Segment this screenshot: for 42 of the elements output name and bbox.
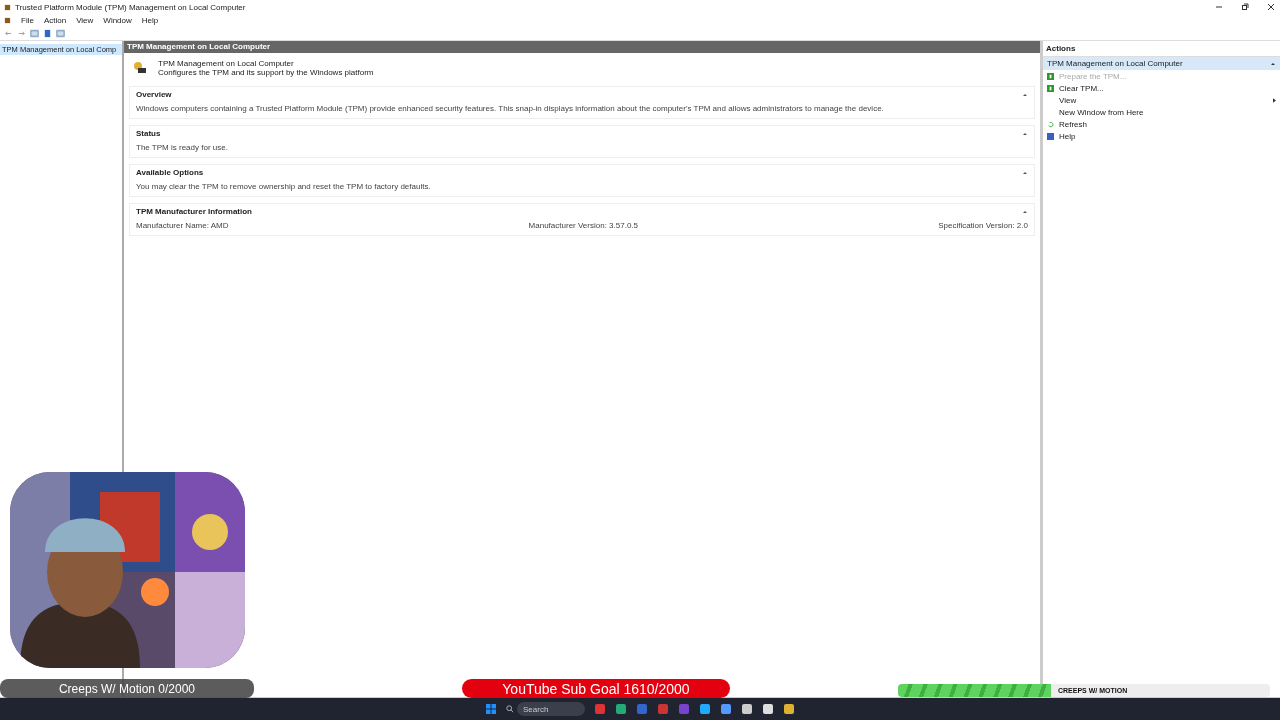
start-icon[interactable] bbox=[485, 703, 497, 715]
section-text: The TPM is ready for use. bbox=[136, 143, 229, 152]
section-title: Status bbox=[136, 129, 161, 138]
help-icon bbox=[1047, 132, 1054, 140]
task-link[interactable]: New Window from Here bbox=[1059, 107, 1276, 117]
task-link[interactable]: Clear TPM... bbox=[1059, 83, 1276, 93]
info-field: Manufacturer Name: AMD bbox=[136, 221, 229, 230]
search-field[interactable]: Search bbox=[517, 702, 585, 716]
menu-item[interactable]: File bbox=[21, 15, 34, 25]
collapse-icon[interactable] bbox=[1022, 92, 1028, 97]
close-icon[interactable] bbox=[1266, 2, 1276, 12]
section-text: You may clear the TPM to remove ownership and reset the TPM to factory defaults. bbox=[136, 182, 432, 191]
refresh-icon bbox=[1047, 120, 1054, 128]
restore-icon[interactable] bbox=[1240, 2, 1250, 12]
submenu-arrow-icon bbox=[1273, 97, 1276, 103]
key-icon bbox=[132, 60, 148, 76]
info-field: Manufacturer Version: 3.57.0.5 bbox=[528, 221, 638, 230]
help-icon[interactable] bbox=[43, 28, 52, 38]
action-group-header[interactable]: TPM Management on Local Computer bbox=[1043, 57, 1280, 70]
task-link[interactable]: Refresh bbox=[1059, 119, 1276, 129]
task-link[interactable]: View bbox=[1059, 95, 1268, 105]
section-text: Windows computers containing a Trusted Platform Module (TPM) provide enhanced security features. This snap-in displays information about the computer's TPM and allows administrators to manage the device. bbox=[136, 104, 885, 113]
window-title: Trusted Platform Module (TPM) Management on Local Computer bbox=[15, 2, 246, 12]
intro-title: TPM Management on Local Computer bbox=[158, 59, 295, 68]
task-link[interactable]: Help bbox=[1059, 131, 1276, 141]
section-title: Overview bbox=[136, 90, 172, 99]
section-title: Available Options bbox=[136, 168, 204, 177]
section-title: TPM Manufacturer Information bbox=[136, 207, 252, 216]
intro-text: Configures the TPM and its support by the Windows platform bbox=[158, 68, 374, 77]
search-icon bbox=[506, 705, 514, 713]
collapse-icon[interactable] bbox=[1022, 170, 1028, 175]
menu-item[interactable]: View bbox=[76, 15, 94, 25]
pane-header: TPM Management on Local Computer bbox=[124, 41, 1040, 53]
menu-item[interactable]: Action bbox=[43, 15, 67, 25]
collapse-icon[interactable] bbox=[1022, 131, 1028, 136]
collapse-icon[interactable] bbox=[1270, 61, 1276, 66]
info-field: Specification Version: 2.0 bbox=[938, 221, 1028, 230]
goal-banner: Creeps W/ Motion 0/2000 bbox=[0, 679, 254, 698]
collapse-icon[interactable] bbox=[1022, 209, 1028, 214]
menu-item[interactable]: Window bbox=[103, 15, 132, 25]
menu-item[interactable]: Help bbox=[141, 15, 159, 25]
goal-banner: YouTube Sub Goal 1610/2000 bbox=[462, 679, 730, 698]
